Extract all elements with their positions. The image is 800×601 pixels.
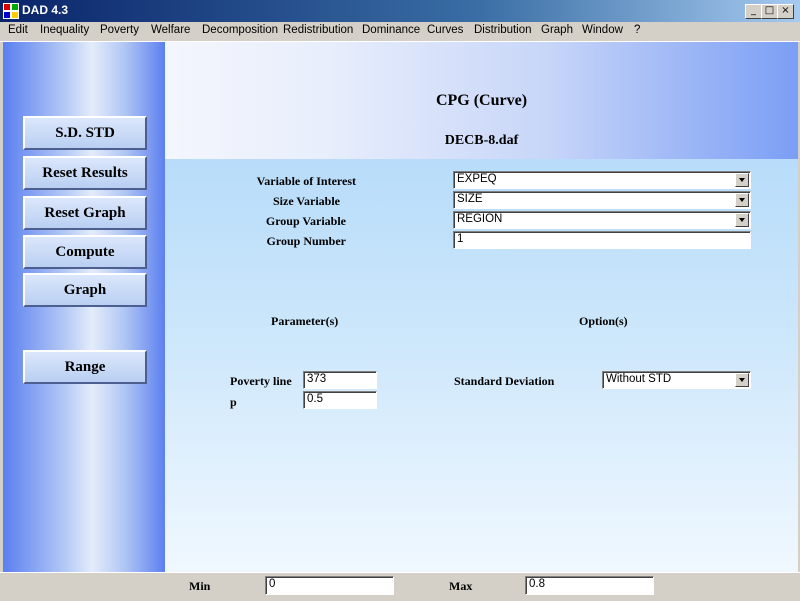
sidebar: S.D. STD Reset Results Reset Graph Compu…: [3, 42, 165, 572]
group-number-label: Group Number: [266, 234, 346, 248]
file-name: DECB-8.daf: [444, 133, 519, 148]
menu-edit[interactable]: Edit: [8, 24, 28, 36]
sd-std-button[interactable]: S.D. STD: [23, 116, 147, 150]
group-number-input[interactable]: 1: [453, 231, 751, 249]
compute-button[interactable]: Compute: [23, 235, 147, 269]
menu-welfare[interactable]: Welfare: [151, 24, 190, 36]
chevron-down-icon[interactable]: [735, 193, 749, 207]
chevron-down-icon[interactable]: [735, 173, 749, 187]
menu-curves[interactable]: Curves: [427, 24, 463, 36]
standard-deviation-label: Standard Deviation: [454, 374, 555, 388]
range-button[interactable]: Range: [23, 350, 147, 384]
menu-poverty[interactable]: Poverty: [100, 24, 139, 36]
client-area: S.D. STD Reset Results Reset Graph Compu…: [3, 42, 798, 572]
group-number-value: 1: [457, 233, 464, 245]
p-input[interactable]: 0.5: [303, 391, 377, 409]
reset-results-button[interactable]: Reset Results: [23, 156, 147, 190]
group-variable-value: REGION: [457, 213, 503, 225]
size-variable-select[interactable]: SIZE: [453, 191, 751, 209]
min-value: 0: [269, 578, 276, 590]
size-variable-value: SIZE: [457, 193, 483, 205]
menu-graph[interactable]: Graph: [541, 24, 573, 36]
app-icon: [3, 3, 19, 19]
variable-of-interest-value: EXPEQ: [457, 173, 497, 185]
minimize-button[interactable]: _: [745, 4, 762, 19]
menu-dominance[interactable]: Dominance: [362, 24, 420, 36]
menu-window[interactable]: Window: [582, 24, 623, 36]
group-variable-select[interactable]: REGION: [453, 211, 751, 229]
p-label: p: [230, 395, 237, 409]
options-heading: Option(s): [579, 314, 628, 328]
poverty-line-label: Poverty line: [230, 374, 292, 388]
group-variable-label: Group Variable: [265, 214, 346, 228]
page-title: CPG (Curve): [435, 92, 528, 109]
variable-of-interest-select[interactable]: EXPEQ: [453, 171, 751, 189]
title-bar: DAD 4.3 _ □ ×: [0, 0, 800, 22]
poverty-line-input[interactable]: 373: [303, 371, 377, 389]
max-value: 0.8: [529, 578, 545, 590]
menu-decomposition[interactable]: Decomposition: [202, 24, 278, 36]
menu-inequality[interactable]: Inequality: [40, 24, 89, 36]
graph-button[interactable]: Graph: [23, 273, 147, 307]
reset-graph-button[interactable]: Reset Graph: [23, 196, 147, 230]
min-input[interactable]: 0: [265, 576, 394, 595]
max-label: Max: [449, 579, 473, 593]
parameters-heading: Parameter(s): [271, 314, 339, 328]
menu-distribution[interactable]: Distribution: [474, 24, 532, 36]
size-variable-label: Size Variable: [272, 194, 340, 208]
close-button[interactable]: ×: [777, 4, 794, 19]
menu-redistribution[interactable]: Redistribution: [283, 24, 353, 36]
standard-deviation-select[interactable]: Without STD: [602, 371, 751, 389]
menu-bar: Edit Inequality Poverty Welfare Decompos…: [0, 22, 800, 42]
maximize-button[interactable]: □: [761, 4, 778, 19]
standard-deviation-value: Without STD: [606, 373, 672, 385]
max-input[interactable]: 0.8: [525, 576, 654, 595]
window-title: DAD 4.3: [22, 3, 69, 17]
min-label: Min: [189, 579, 211, 593]
poverty-line-value: 373: [307, 373, 327, 385]
chevron-down-icon[interactable]: [735, 373, 749, 387]
status-bar: Min 0 Max 0.8: [0, 572, 800, 601]
variable-of-interest-label: Variable of Interest: [256, 174, 356, 188]
menu-help[interactable]: ?: [634, 24, 640, 36]
p-value: 0.5: [307, 393, 323, 405]
chevron-down-icon[interactable]: [735, 213, 749, 227]
